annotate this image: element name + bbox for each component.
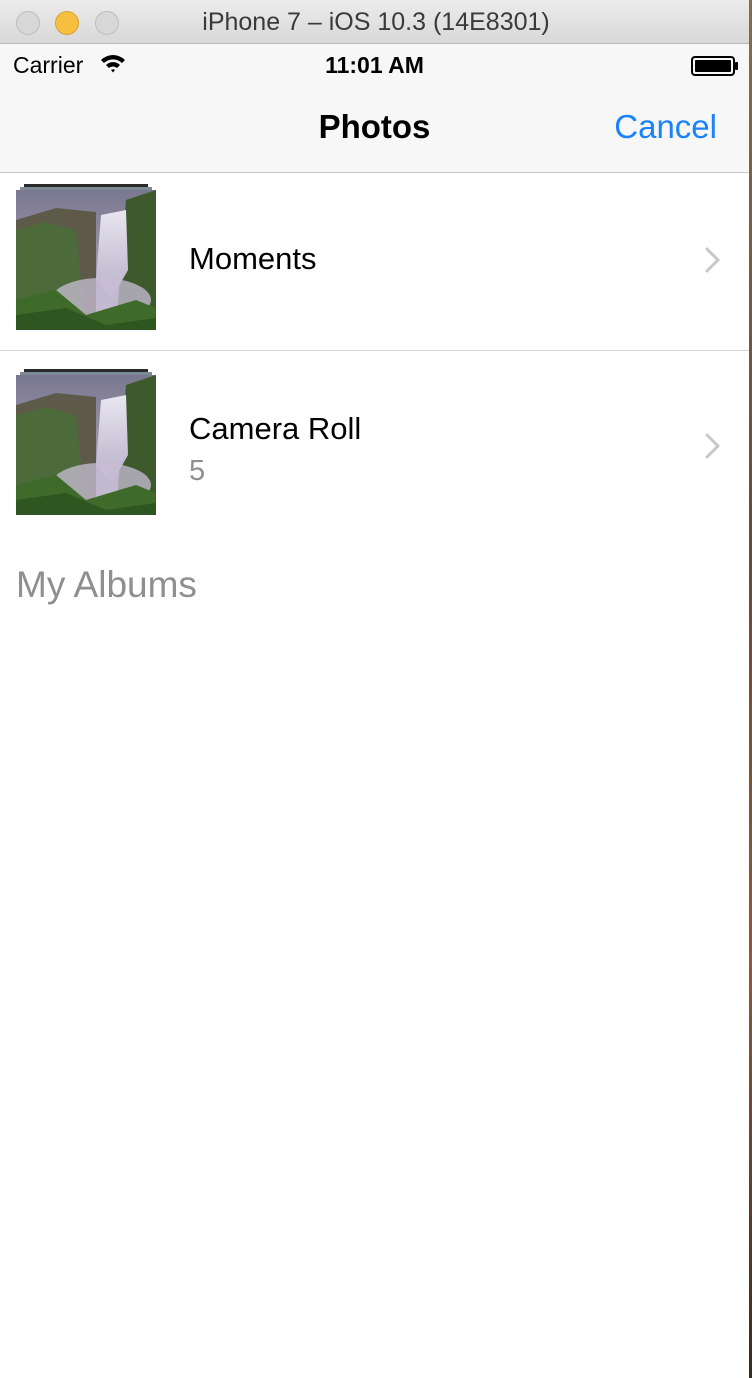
waterfall-photo [16, 190, 156, 330]
cancel-button[interactable]: Cancel [614, 108, 717, 146]
window-title-bar: iPhone 7 – iOS 10.3 (14E8301) [0, 0, 752, 44]
chevron-right-icon [705, 247, 721, 278]
status-bar: Carrier 11:01 AM [0, 44, 749, 84]
waterfall-photo [16, 375, 156, 515]
album-row-camera-roll[interactable]: Camera Roll 5 [0, 351, 749, 531]
status-time: 11:01 AM [325, 52, 424, 78]
battery-icon [691, 56, 739, 81]
section-header: My Albums [16, 564, 197, 605]
window-title: iPhone 7 – iOS 10.3 (14E8301) [202, 8, 550, 36]
album-row-moments[interactable]: Moments [0, 173, 749, 351]
album-photo-count: 5 [189, 455, 206, 487]
album-title: Moments [189, 241, 317, 276]
chevron-right-icon [705, 433, 721, 464]
album-title: Camera Roll [189, 411, 362, 446]
navigation-bar: Photos Cancel [0, 84, 749, 173]
